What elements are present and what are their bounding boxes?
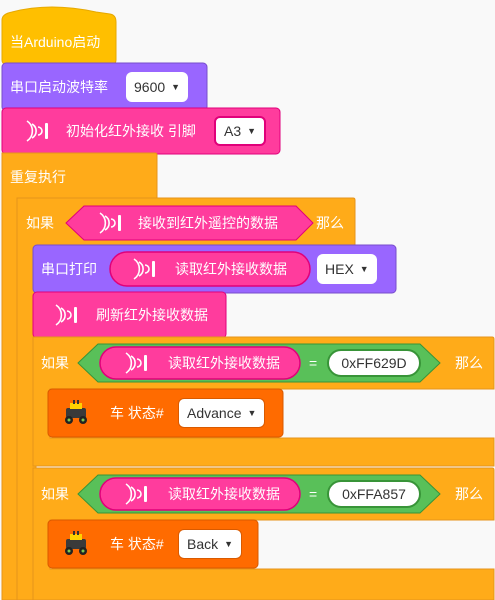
- event-label: 当Arduino启动: [10, 34, 101, 50]
- ir-init-label: 初始化红外接收 引脚: [66, 123, 196, 139]
- baud-dropdown[interactable]: 9600 ▼: [126, 72, 189, 102]
- if-advance-then-label: 那么: [455, 355, 483, 371]
- format-value: HEX: [325, 261, 354, 277]
- if-label: 如果: [26, 215, 54, 231]
- chevron-down-icon: ▼: [224, 539, 234, 549]
- chevron-down-icon: ▼: [247, 126, 257, 136]
- advance-reporter-label: 读取红外接收数据: [168, 355, 280, 371]
- condition-received-label: 接收到红外遥控的数据: [138, 215, 278, 231]
- if-back-then-label: 那么: [455, 486, 483, 502]
- advance-state-value: Advance: [187, 405, 242, 421]
- baud-value: 9600: [134, 79, 166, 95]
- chevron-down-icon: ▼: [247, 408, 257, 418]
- then-label: 那么: [316, 215, 344, 231]
- serial-print-reporter-label: 读取红外接收数据: [175, 261, 287, 277]
- pin-value: A3: [224, 123, 242, 139]
- chevron-down-icon: ▼: [171, 82, 181, 92]
- serial-begin-label: 串口启动波特率: [10, 79, 108, 95]
- car-advance-label: 车 状态#: [110, 405, 164, 421]
- if-back-label: 如果: [41, 486, 69, 502]
- advance-value-input[interactable]: 0xFF629D: [327, 349, 421, 377]
- format-dropdown[interactable]: HEX ▼: [317, 254, 377, 284]
- back-reporter-label: 读取红外接收数据: [168, 486, 280, 502]
- ir-refresh-label: 刷新红外接收数据: [96, 307, 208, 323]
- back-value-input[interactable]: 0xFFA857: [327, 480, 421, 508]
- pin-dropdown[interactable]: A3 ▼: [214, 116, 267, 146]
- if-advance-label: 如果: [41, 355, 69, 371]
- back-operator-label: =: [309, 486, 318, 502]
- back-state-value: Back: [187, 536, 219, 552]
- forever-label: 重复执行: [10, 169, 66, 185]
- advance-state-dropdown[interactable]: Advance ▼: [178, 398, 266, 428]
- chevron-down-icon: ▼: [359, 264, 369, 274]
- advance-operator-label: =: [309, 355, 318, 371]
- back-state-dropdown[interactable]: Back ▼: [178, 529, 243, 559]
- serial-print-label: 串口打印: [41, 261, 97, 277]
- car-back-label: 车 状态#: [110, 536, 164, 552]
